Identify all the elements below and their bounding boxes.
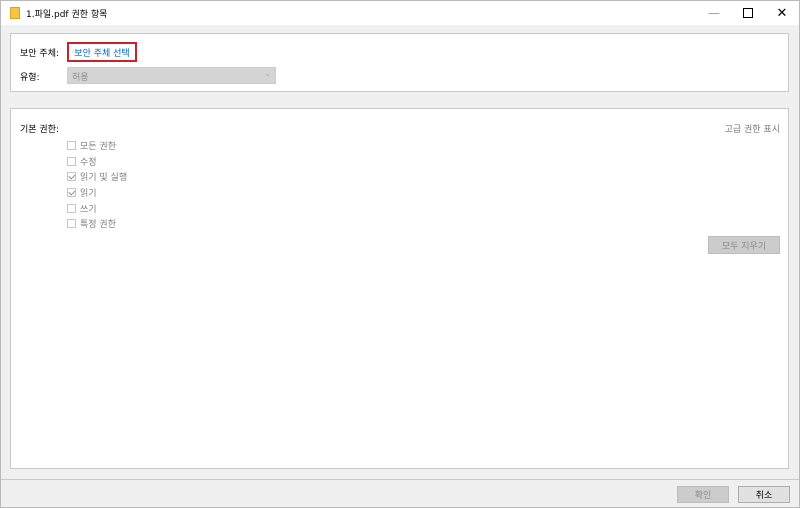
permission-label: 읽기 및 실행	[80, 173, 128, 184]
checkbox-checked[interactable]	[67, 172, 76, 182]
show-advanced-permissions-link[interactable]: 고급 권한 표시	[725, 122, 780, 135]
maximize-icon	[743, 8, 753, 18]
cancel-button[interactable]: 취소	[738, 486, 790, 503]
checkbox[interactable]	[67, 203, 76, 213]
permission-label: 읽기	[80, 189, 97, 200]
close-icon: ✕	[776, 5, 788, 21]
window-title: 1.파일.pdf 권한 항목	[26, 10, 108, 20]
permission-label: 모든 권한	[80, 142, 116, 153]
permission-modify[interactable]: 수정	[67, 154, 127, 170]
type-select-value: 허용	[72, 73, 89, 83]
permission-read[interactable]: 읽기	[67, 185, 127, 201]
type-select[interactable]: 허용 ⌄	[67, 67, 276, 84]
chevron-down-icon: ⌄	[264, 69, 271, 78]
footer-divider	[1, 479, 799, 480]
title-bar: 1.파일.pdf 권한 항목 — ✕	[1, 1, 799, 25]
permission-label: 쓰기	[80, 204, 97, 215]
clear-all-button[interactable]: 모두 지우기	[708, 236, 780, 254]
minimize-icon: —	[708, 6, 720, 20]
minimize-button[interactable]: —	[697, 1, 731, 25]
permission-write[interactable]: 쓰기	[67, 200, 127, 216]
checkbox[interactable]	[67, 156, 76, 166]
checkbox[interactable]	[67, 219, 76, 229]
permission-read-execute[interactable]: 읽기 및 실행	[67, 169, 127, 185]
checkbox[interactable]	[67, 141, 76, 151]
permission-label: 수정	[80, 157, 97, 168]
folder-icon	[10, 7, 20, 19]
permission-label: 특정 권한	[80, 220, 116, 231]
checkbox-checked[interactable]	[67, 188, 76, 198]
type-label: 유형:	[20, 73, 40, 83]
permission-full-control[interactable]: 모든 권한	[67, 138, 127, 154]
permission-list: 모든 권한 수정 읽기 및 실행 읽기 쓰기 특정 권한	[67, 138, 127, 232]
maximize-button[interactable]	[731, 1, 765, 25]
permission-entry-dialog: 1.파일.pdf 권한 항목 — ✕ 보안 주체: 보안 주체 선택 유형: 허…	[0, 0, 800, 508]
select-principal-link[interactable]: 보안 주체 선택	[67, 42, 137, 62]
close-button[interactable]: ✕	[765, 1, 799, 25]
basic-permissions-heading: 기본 권한:	[20, 125, 60, 135]
permissions-panel: 기본 권한: 고급 권한 표시 모든 권한 수정 읽기 및 실행 읽기 쓰기 특…	[10, 108, 789, 469]
permission-special[interactable]: 특정 권한	[67, 216, 127, 232]
principal-label: 보안 주체:	[20, 49, 60, 59]
principal-panel: 보안 주체: 보안 주체 선택 유형: 허용 ⌄	[10, 33, 789, 92]
ok-button[interactable]: 확인	[677, 486, 729, 503]
